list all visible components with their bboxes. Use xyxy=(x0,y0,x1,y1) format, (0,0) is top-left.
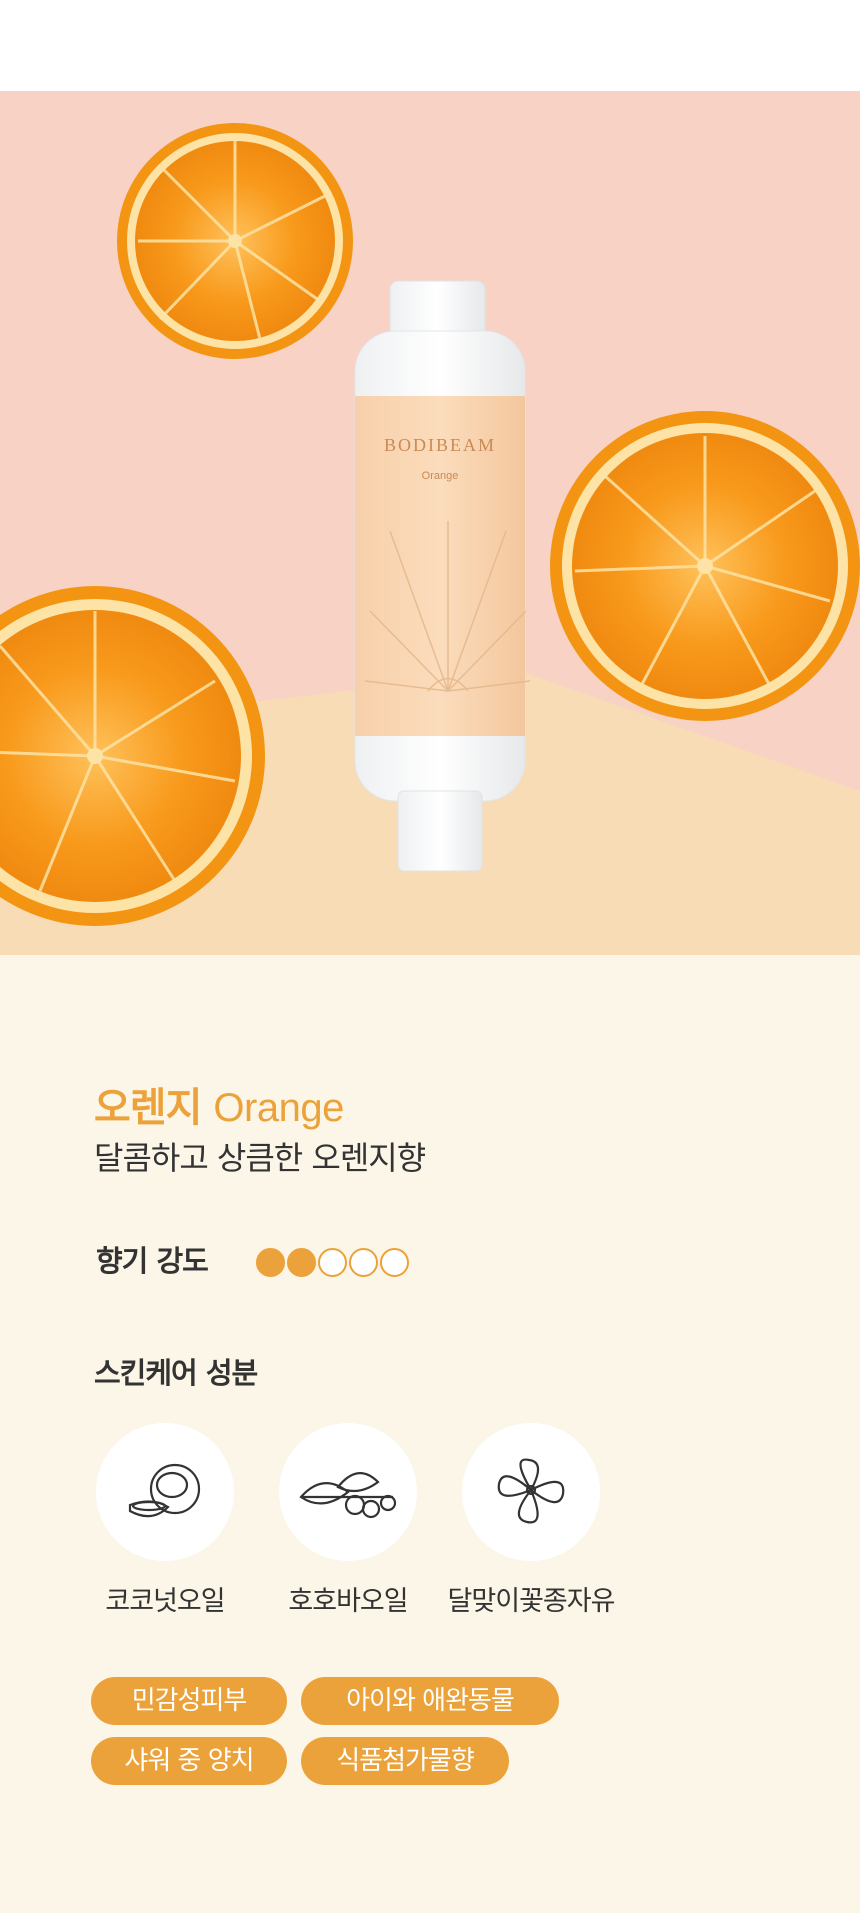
product-name-english: Orange xyxy=(213,1086,344,1130)
ingredient-coconut-oil: 코코넛오일 xyxy=(65,1423,265,1618)
orange-slice-right xyxy=(550,411,860,721)
intensity-dot-empty xyxy=(380,1248,409,1277)
product-description: 달콤하고 상큼한 오렌지향 xyxy=(94,1139,426,1177)
intensity-dot-filled xyxy=(256,1248,285,1277)
ingredient-label: 코코넛오일 xyxy=(105,1586,225,1617)
tag-food-grade-fragrance: 식품첨가물향 xyxy=(301,1737,509,1785)
intensity-dot-empty xyxy=(318,1248,347,1277)
shower-filter-bottle: BODIBEAM Orange xyxy=(354,280,531,872)
orange-slice-top-left xyxy=(117,123,353,359)
scent-intensity-rating xyxy=(256,1248,409,1277)
product-title: 오렌지 Orange xyxy=(94,1075,344,1131)
ingredient-evening-primrose-oil: 달맞이꽃종자유 xyxy=(431,1423,631,1618)
ingredient-jojoba-oil: 호호바오일 xyxy=(248,1423,448,1618)
tag-sensitive-skin: 민감성피부 xyxy=(91,1677,287,1725)
ingredient-icon-circle xyxy=(279,1423,417,1561)
ingredient-label: 호호바오일 xyxy=(288,1586,408,1617)
evening-primrose-icon xyxy=(497,1458,565,1524)
ingredient-label: 달맞이꽃종자유 xyxy=(447,1586,616,1617)
top-spacer xyxy=(0,0,860,91)
intensity-dot-empty xyxy=(349,1248,378,1277)
product-detail-page: BODIBEAM Orange 오렌지 Orange 달콤하고 상큼한 오렌지향… xyxy=(0,0,860,1913)
jojoba-icon xyxy=(299,1472,397,1519)
scent-intensity-label: 향기 강도 xyxy=(96,1244,209,1278)
ingredient-icon-circle xyxy=(96,1423,234,1561)
product-photo: BODIBEAM Orange xyxy=(0,91,860,955)
intensity-dot-filled xyxy=(287,1248,316,1277)
ingredients-heading: 스킨케어 성분 xyxy=(94,1356,258,1390)
ingredient-icon-circle xyxy=(462,1423,600,1561)
bottle-variant-text: Orange xyxy=(422,470,459,482)
coconut-icon xyxy=(128,1463,201,1518)
tag-kids-and-pets: 아이와 애완동물 xyxy=(301,1677,559,1725)
product-name-korean: 오렌지 xyxy=(94,1085,202,1131)
bottle-brand-text: BODIBEAM xyxy=(384,435,496,455)
tag-brushing-in-shower: 샤워 중 양치 xyxy=(91,1737,287,1785)
product-info-section: 오렌지 Orange 달콤하고 상큼한 오렌지향 향기 강도 스킨케어 성분 코… xyxy=(0,955,860,1913)
